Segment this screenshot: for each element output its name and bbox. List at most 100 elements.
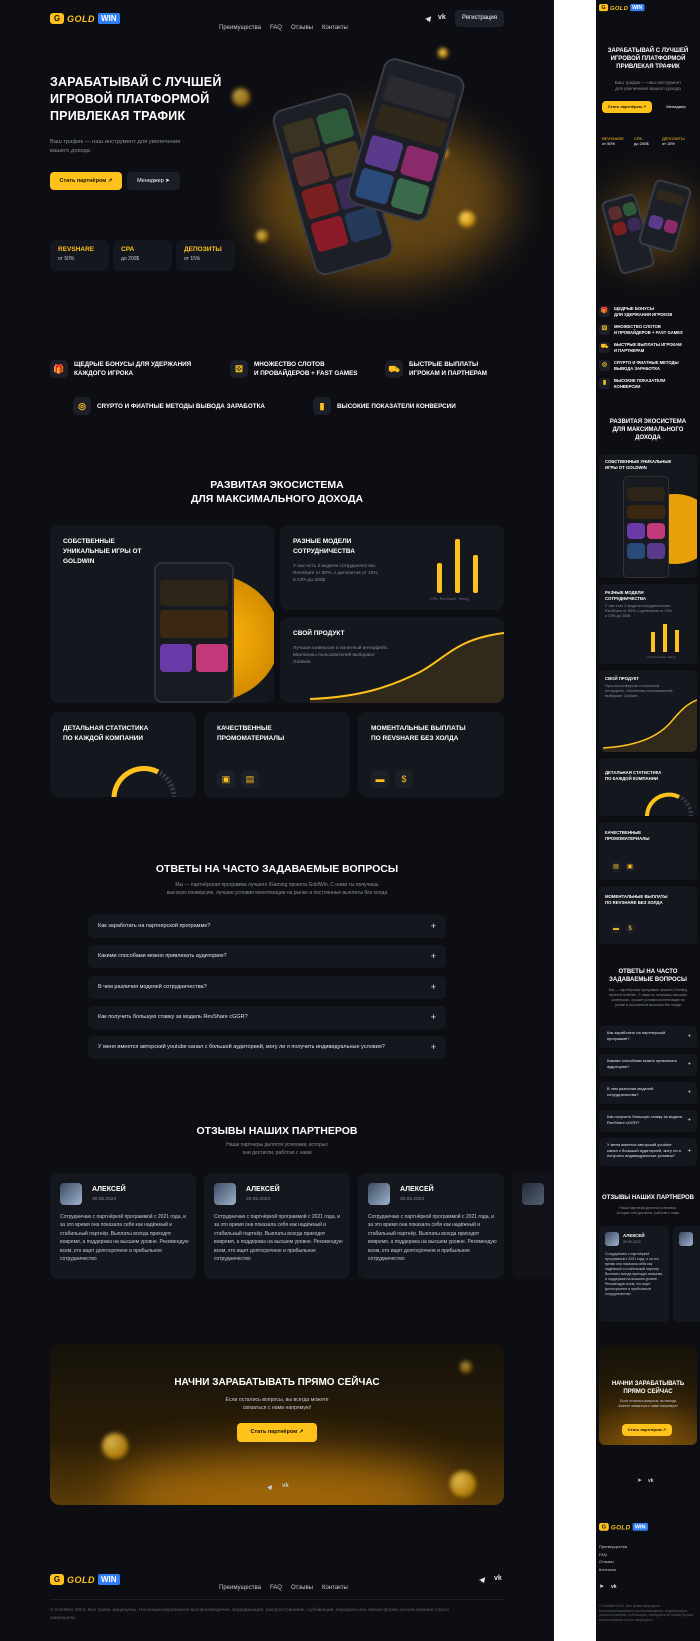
mobile-card-statistics: ДЕТАЛЬНАЯ СТАТИСТИКА ПО КАЖДОЙ КОМПАНИИ <box>599 758 697 816</box>
faq-subtitle: Мы — партнёрская программа лучшего iGami… <box>166 882 388 896</box>
footer-nav-benefits[interactable]: Преимущества <box>219 1585 261 1591</box>
mobile-faq-item[interactable]: В чем различия моделей сотрудничества? + <box>599 1082 697 1104</box>
logo-gold-text: GOLD <box>67 13 95 24</box>
truck-icon: ⛟ <box>385 360 403 378</box>
telegram-icon[interactable]: ➤ <box>637 1477 642 1484</box>
eco-card-statistics: ДЕТАЛЬНАЯ СТАТИСТИКА ПО КАЖДОЙ КОМПАНИИ <box>50 712 196 797</box>
footer-nav-contacts[interactable]: Контакты <box>322 1585 348 1591</box>
faq-item[interactable]: Как заработать на партнерской программе?… <box>88 915 446 938</box>
footer-nav-faq[interactable]: FAQ <box>270 1585 282 1591</box>
mobile-review-card: АЛЕКСЕЙ 30.05.2023 Сотрудничаю с партнёр… <box>599 1226 669 1322</box>
mobile-faq-item[interactable]: Как получить большую ставку за модель Re… <box>599 1110 697 1132</box>
mobile-cta-subtitle: Если остались вопросы, вы всегда можете с… <box>618 1399 678 1408</box>
mobile-manager-button[interactable]: Менеджер <box>658 101 694 113</box>
vk-icon[interactable]: vk <box>282 1483 289 1489</box>
mobile-stat-cpa: CPA до 200$ <box>634 136 649 146</box>
mobile-card-promo: КАЧЕСТВЕННЫЕ ПРОМОМАТЕРИАЛЫ ▤ ▣ <box>599 822 697 880</box>
benefit-payouts: ⛟ БЫСТРЫЕ ВЫПЛАТЫ ИГРОКАМ И ПАРТНЕРАМ <box>385 360 487 378</box>
faq-item[interactable]: В чем различия моделей сотрудничества? + <box>88 976 446 999</box>
mobile-benefit: ◎ CRYPTO И ФИАТНЫЕ МЕТОДЫ ВЫВОДА ЗАРАБОТКА <box>599 360 679 371</box>
coin-decoration <box>256 230 268 242</box>
mobile-review-card <box>673 1226 700 1322</box>
avatar <box>368 1183 390 1205</box>
mobile-footer-copyright: © GoldWin 2024. Все права защищены. Неса… <box>599 1604 693 1622</box>
mobile-card-product: СВОЙ ПРОДУКТ Лучшая конверсия и понятный… <box>599 670 697 752</box>
mobile-ecosystem-heading: РАЗВИТАЯ ЭКОСИСТЕМА ДЛЯ МАКСИМАЛЬНОГО ДОХО… <box>609 419 687 441</box>
nav-reviews[interactable]: Отзывы <box>291 25 313 31</box>
coin-decoration <box>102 1433 128 1459</box>
manager-button[interactable]: Менеджер ➤ <box>127 172 180 190</box>
mobile-hero-subtitle: Ваш трафик — наш инструмент для увеличени… <box>614 80 682 91</box>
coin-decoration <box>460 1361 472 1373</box>
dice-icon: ⚄ <box>230 360 248 378</box>
card-icon: ▬ <box>371 770 389 788</box>
review-card: АЛЕКСЕЙ 30.05.2023 Сотрудничаю с партнёрк… <box>358 1173 504 1279</box>
cta-subtitle: Если остались вопросы, вы всегда можете с… <box>225 1397 329 1411</box>
nav-benefits[interactable]: Преимущества <box>219 25 261 31</box>
vk-icon[interactable]: vk <box>611 1584 617 1590</box>
vk-icon[interactable]: vk <box>648 1478 654 1484</box>
brand-logo[interactable]: G GOLD WIN <box>50 13 120 24</box>
plus-icon: + <box>430 1012 436 1022</box>
plus-icon: + <box>430 982 436 992</box>
avatar <box>679 1232 693 1246</box>
nav-faq[interactable]: FAQ <box>270 25 282 31</box>
mobile-partner-button[interactable]: Стать партнёром ↗ <box>602 101 652 113</box>
model-bar-revshare <box>455 539 460 593</box>
vk-icon[interactable]: vk <box>494 1575 502 1582</box>
faq-item[interactable]: Какими способами можно привлекать аудито… <box>88 945 446 968</box>
mobile-footer-nav: Преимущества FAQ Отзывы Контакты <box>599 1544 627 1572</box>
gutter <box>554 0 596 1641</box>
mobile-logo[interactable]: G GOLD WIN <box>599 4 645 12</box>
eco-card-product: СВОЙ ПРОДУКТ Лучшая конверсия и понятный… <box>280 617 504 703</box>
coin-decoration <box>438 48 448 58</box>
mobile-benefit: ⚄ МНОЖЕСТВО СЛОТОВ И ПРОВАЙДЕРОВ + FAST GA… <box>599 324 683 335</box>
cta-title: НАЧНИ ЗАРАБАТЫВАТЬ ПРЯМО СЕЙЧАС <box>174 1377 380 1388</box>
faq-item[interactable]: Как получить большую ставку за модель Re… <box>88 1006 446 1029</box>
mobile-cta-title: НАЧНИ ЗАРАБАТЫВАТЬ ПРЯМО СЕЙЧАС <box>611 1381 685 1395</box>
telegram-icon[interactable] <box>478 1576 486 1584</box>
nav-contacts[interactable]: Контакты <box>322 25 348 31</box>
footer-logo[interactable]: G GOLD WIN <box>50 1574 120 1585</box>
stat-pill-revshare: REVSHARE от 50% <box>50 240 109 271</box>
gauge-chart <box>111 765 177 797</box>
plus-icon: + <box>687 1148 691 1155</box>
footer-nav-reviews[interactable]: Отзывы <box>291 1585 313 1591</box>
avatar <box>60 1183 82 1205</box>
mobile-faq-item[interactable]: Какими способами можно привлекать аудито… <box>599 1054 697 1076</box>
eco-card-payouts: МОМЕНТАЛЬНЫЕ ВЫПЛАТЫ ПО REVSHARE БЕЗ ХОЛД… <box>358 712 504 797</box>
telegram-icon[interactable]: ➤ <box>599 1583 604 1590</box>
plus-icon: + <box>430 1042 436 1052</box>
mobile-card-payouts: МОМЕНТАЛЬНЫЕ ВЫПЛАТЫ ПО REVSHARE БЕЗ ХОЛД… <box>599 886 697 944</box>
mobile-cta-button[interactable]: Стать партнёром ↗ <box>622 1424 672 1436</box>
mobile-reviews-heading: ОТЗЫВЫ НАШИХ ПАРТНЕРОВ <box>601 1195 694 1201</box>
vk-icon[interactable]: vk <box>438 14 446 21</box>
telegram-icon[interactable] <box>266 1484 273 1491</box>
faq-item[interactable]: У меня имеется авторский youtube канал с… <box>88 1036 446 1059</box>
chart-bars-icon: ▮ <box>313 397 331 415</box>
hero-title-line: ЗАРАБАТЫВАЙ С ЛУЧШЕЙ <box>50 75 222 89</box>
review-card: АЛЕКСЕЙ 30.05.2023 Сотрудничаю с партнёрк… <box>50 1173 196 1279</box>
register-button[interactable]: Регистрация <box>455 10 504 27</box>
image-icon: ▣ <box>625 862 635 872</box>
eco-card-promo: КАЧЕСТВЕННЫЕ ПРОМОМАТЕРИАЛЫ ▣ ▤ <box>204 712 350 797</box>
mobile-footer-logo[interactable]: G GOLD WIN <box>599 1523 648 1531</box>
mobile-gauge-chart <box>645 792 693 816</box>
desktop-page: G GOLD WIN Преимущества FAQ Отзывы Контакты… <box>0 0 554 1641</box>
benefit-conversion: ▮ ВЫСОКИЕ ПОКАЗАТЕЛИ КОНВЕРСИИ <box>313 397 456 415</box>
mobile-faq-item[interactable]: Как заработать на партнерской программе?… <box>599 1026 697 1048</box>
become-partner-button[interactable]: Стать партнёром ↗ <box>50 172 122 190</box>
cta-partner-button[interactable]: Стать партнёром ↗ <box>237 1423 317 1442</box>
mobile-faq-heading: ОТВЕТЫ НА ЧАСТО ЗАДАВАЕМЫЕ ВОПРОСЫ <box>609 969 687 983</box>
telegram-icon: ➤ <box>165 178 170 184</box>
review-card: АЛЕКСЕЙ 30.05.2023 Сотрудничаю с партнёрк… <box>204 1173 350 1279</box>
footer-divider <box>50 1599 504 1600</box>
mobile-benefit: 🎁 ЩЕДРЫЕ БОНУСЫ ДЛЯ УДЕРЖАНИЯ ИГРОКОВ <box>599 306 673 317</box>
plus-icon: + <box>687 1033 691 1040</box>
main-nav: Преимущества FAQ Отзывы Контакты <box>219 16 357 34</box>
telegram-icon[interactable] <box>424 15 432 23</box>
own-games-phone <box>154 562 234 703</box>
mobile-faq-item[interactable]: У меня имеется авторский youtube канал с… <box>599 1138 697 1166</box>
coins-icon: ◎ <box>73 397 91 415</box>
arrow-up-right-icon: ↗ <box>298 1429 304 1435</box>
